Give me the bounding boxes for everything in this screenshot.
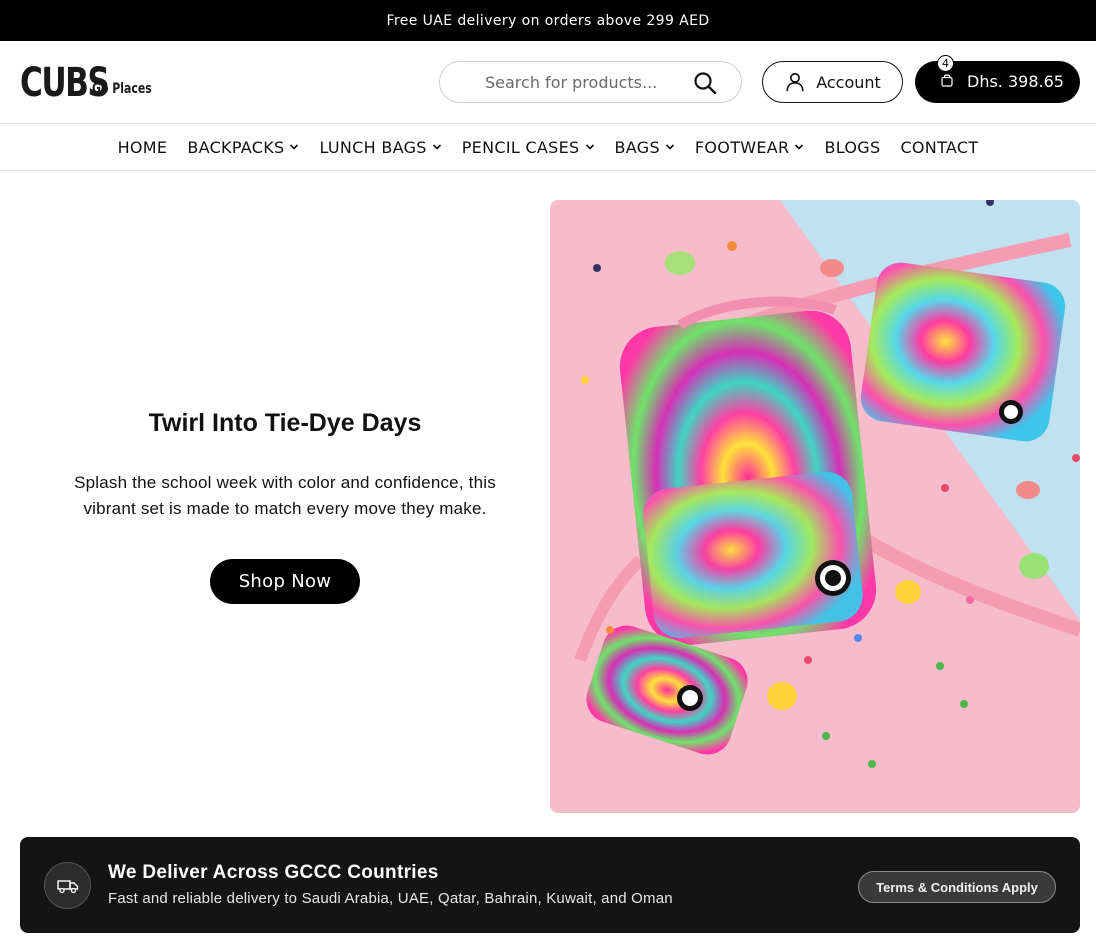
delivery-banner: We Deliver Across GCCC Countries Fast an… — [20, 837, 1080, 933]
nav-label: LUNCH BAGS — [319, 137, 427, 157]
main-nav: HOME BACKPACKS LUNCH BAGS PENCIL CASES B… — [0, 124, 1096, 171]
nav-label: FOOTWEAR — [694, 137, 790, 157]
logo[interactable]: CUBS Go Places — [20, 63, 169, 103]
nav-label: HOME — [117, 137, 168, 157]
logo-main: CUBS — [20, 60, 110, 106]
chevron-down-icon — [795, 144, 804, 150]
hero-product-image[interactable] — [550, 200, 1080, 813]
announcement-text: Free UAE delivery on orders above 299 AE… — [386, 12, 710, 29]
nav-label: BLOGS — [824, 137, 881, 157]
user-icon — [786, 72, 804, 92]
cart-amount: Dhs. 398.65 — [967, 72, 1064, 91]
hero-subtitle-line2: vibrant set is made to match every move … — [83, 499, 487, 518]
nav-label: CONTACT — [900, 137, 979, 157]
hero-title: Twirl Into Tie-Dye Days — [148, 409, 422, 437]
hero-text-panel: Twirl Into Tie-Dye Days Splash the schoo… — [20, 171, 550, 821]
bag-icon — [941, 74, 953, 87]
cart-count-badge: 4 — [937, 55, 954, 72]
nav-item-pencil-cases[interactable]: PENCIL CASES — [452, 138, 605, 157]
account-button[interactable]: Account — [762, 61, 903, 103]
site-header: CUBS Go Places Account 4 Dhs. 398.65 — [0, 41, 1096, 124]
delivery-description: Fast and reliable delivery to Saudi Arab… — [108, 890, 673, 907]
tie-dye-set-illustration — [550, 200, 1080, 813]
search-icon[interactable] — [693, 71, 717, 95]
search-input[interactable] — [485, 72, 685, 92]
terms-button[interactable]: Terms & Conditions Apply — [858, 871, 1056, 903]
nav-item-contact[interactable]: CONTACT — [890, 138, 988, 157]
hero-subtitle-line1: Splash the school week with color and co… — [74, 473, 496, 492]
nav-label: BACKPACKS — [187, 137, 285, 157]
announcement-bar: Free UAE delivery on orders above 299 AE… — [0, 0, 1096, 41]
chevron-down-icon — [665, 144, 674, 150]
nav-item-lunch-bags[interactable]: LUNCH BAGS — [309, 138, 451, 157]
logo-sub: Go Places — [92, 81, 152, 97]
chevron-down-icon — [585, 144, 594, 150]
nav-item-bags[interactable]: BAGS — [605, 138, 685, 157]
truck-icon — [44, 862, 91, 909]
hero-subtitle: Splash the school week with color and co… — [50, 470, 520, 522]
nav-label: PENCIL CASES — [461, 137, 580, 157]
cart-button[interactable]: 4 Dhs. 398.65 — [915, 55, 1080, 103]
delivery-title: We Deliver Across GCCC Countries — [108, 862, 439, 883]
nav-item-backpacks[interactable]: BACKPACKS — [177, 138, 309, 157]
account-label: Account — [816, 72, 881, 92]
nav-item-blogs[interactable]: BLOGS — [814, 138, 890, 157]
nav-item-home[interactable]: HOME — [108, 138, 178, 157]
chevron-down-icon — [290, 144, 299, 150]
shop-now-button[interactable]: Shop Now — [210, 559, 360, 604]
search-box — [439, 61, 742, 103]
chevron-down-icon — [432, 144, 441, 150]
nav-item-footwear[interactable]: FOOTWEAR — [685, 138, 815, 157]
nav-label: BAGS — [614, 137, 660, 157]
